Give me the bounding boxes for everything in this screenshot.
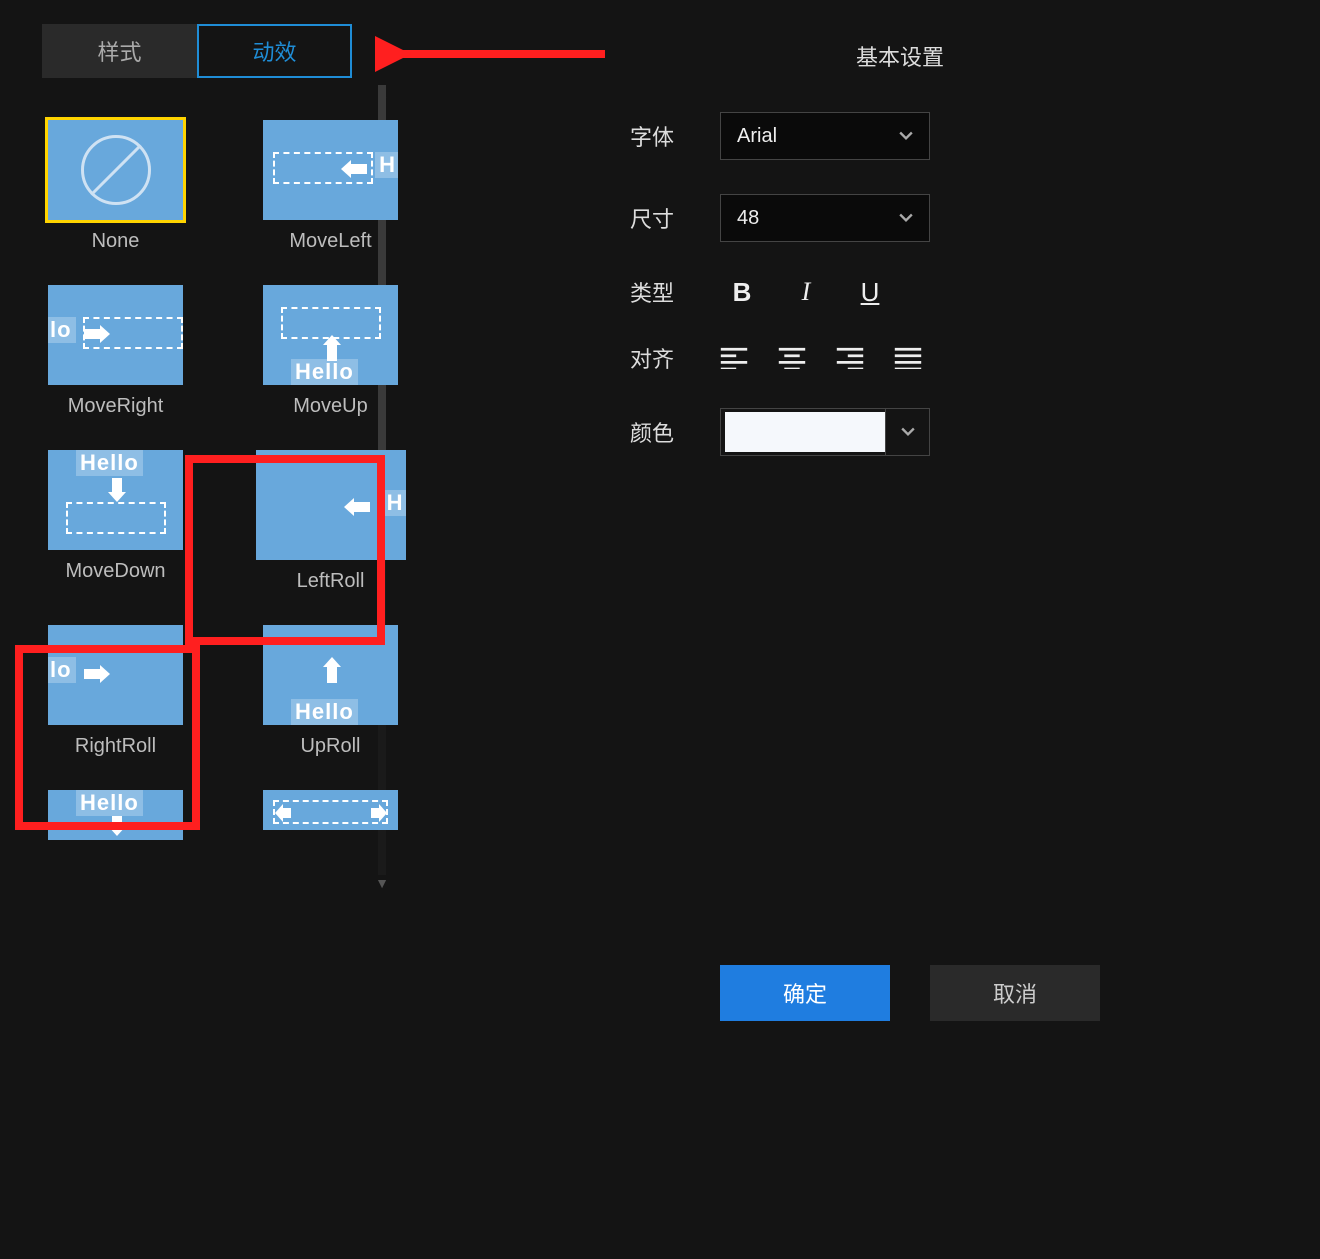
effect-partial-left[interactable]: Hello [18,790,213,840]
effect-moveleft[interactable]: H MoveLeft [233,120,428,253]
effect-label: UpRoll [300,735,360,758]
settings-title: 基本设置 [690,40,1110,72]
effect-rightroll[interactable]: lo RightRoll [18,625,213,758]
effect-thumb-moveup[interactable]: Hello [263,285,398,385]
underline-button[interactable]: U [856,277,884,308]
color-picker[interactable] [720,408,930,456]
settings-panel: 基本设置 字体 Arial 尺寸 48 类型 B I U 对齐 颜色 [630,40,1110,490]
none-icon [81,135,151,205]
arrow-right-icon [84,325,110,343]
color-swatch[interactable] [725,412,885,452]
effect-thumb-movedown[interactable]: Hello [48,450,183,550]
effect-thumb-partial[interactable] [263,790,398,830]
effect-thumb-partial[interactable]: Hello [48,790,183,840]
arrow-left-icon [275,804,291,822]
effect-thumb-uproll[interactable]: Hello [263,625,398,725]
row-font: 字体 Arial [630,112,1110,160]
effect-thumb-none[interactable] [48,120,183,220]
effect-label: RightRoll [75,735,156,758]
label-color: 颜色 [630,416,720,448]
align-justify-button[interactable] [894,347,922,369]
align-center-button[interactable] [778,347,806,369]
size-value: 48 [737,207,759,230]
row-color: 颜色 [630,408,1110,456]
effect-moveright[interactable]: lo MoveRight [18,285,213,418]
effect-none[interactable]: None [18,120,213,253]
effect-uproll[interactable]: Hello UpRoll [233,625,428,758]
arrow-down-icon [108,816,126,836]
effect-partial-right[interactable] [233,790,428,840]
arrow-left-icon [344,498,370,516]
italic-button[interactable]: I [792,277,820,307]
font-value: Arial [737,125,777,148]
tabs-container: 样式 动效 [42,24,352,78]
effect-movedown[interactable]: Hello MoveDown [18,450,213,593]
effect-label: MoveLeft [289,230,371,253]
arrow-up-icon [323,335,341,361]
effect-label: MoveRight [68,395,164,418]
effect-label: MoveDown [65,560,165,583]
effect-label: LeftRoll [297,570,365,593]
align-left-button[interactable] [720,347,748,369]
effect-thumb-rightroll[interactable]: lo [48,625,183,725]
label-align: 对齐 [630,342,720,374]
bold-button[interactable]: B [728,277,756,308]
tab-style[interactable]: 样式 [42,24,197,78]
chevron-down-icon [899,211,913,225]
effect-moveup[interactable]: Hello MoveUp [233,285,428,418]
effect-leftroll[interactable]: H LeftRoll [233,450,428,593]
arrow-right-icon [371,804,387,822]
row-size: 尺寸 48 [630,194,1110,242]
effects-panel: None H MoveLeft lo MoveRight Hello [18,120,428,900]
arrow-left-icon [341,160,367,178]
effect-thumb-moveright[interactable]: lo [48,285,183,385]
chevron-down-icon [901,425,915,439]
footer-buttons: 确定 取消 [720,965,1100,1021]
arrow-up-icon [323,657,341,683]
size-dropdown[interactable]: 48 [720,194,930,242]
row-type: 类型 B I U [630,276,1110,308]
cancel-button[interactable]: 取消 [930,965,1100,1021]
color-dropdown-toggle[interactable] [885,409,929,455]
label-size: 尺寸 [630,202,720,234]
align-right-button[interactable] [836,347,864,369]
label-font: 字体 [630,120,720,152]
effect-label: None [92,230,140,253]
effect-thumb-moveleft[interactable]: H [263,120,398,220]
arrow-right-icon [84,665,110,683]
arrow-down-icon [108,478,126,502]
chevron-down-icon [899,129,913,143]
effect-thumb-leftroll[interactable]: H [256,450,406,560]
font-dropdown[interactable]: Arial [720,112,930,160]
tab-effect[interactable]: 动效 [197,24,352,78]
row-align: 对齐 [630,342,1110,374]
label-type: 类型 [630,276,720,308]
effect-label: MoveUp [293,395,367,418]
ok-button[interactable]: 确定 [720,965,890,1021]
annotation-arrow [375,32,615,87]
